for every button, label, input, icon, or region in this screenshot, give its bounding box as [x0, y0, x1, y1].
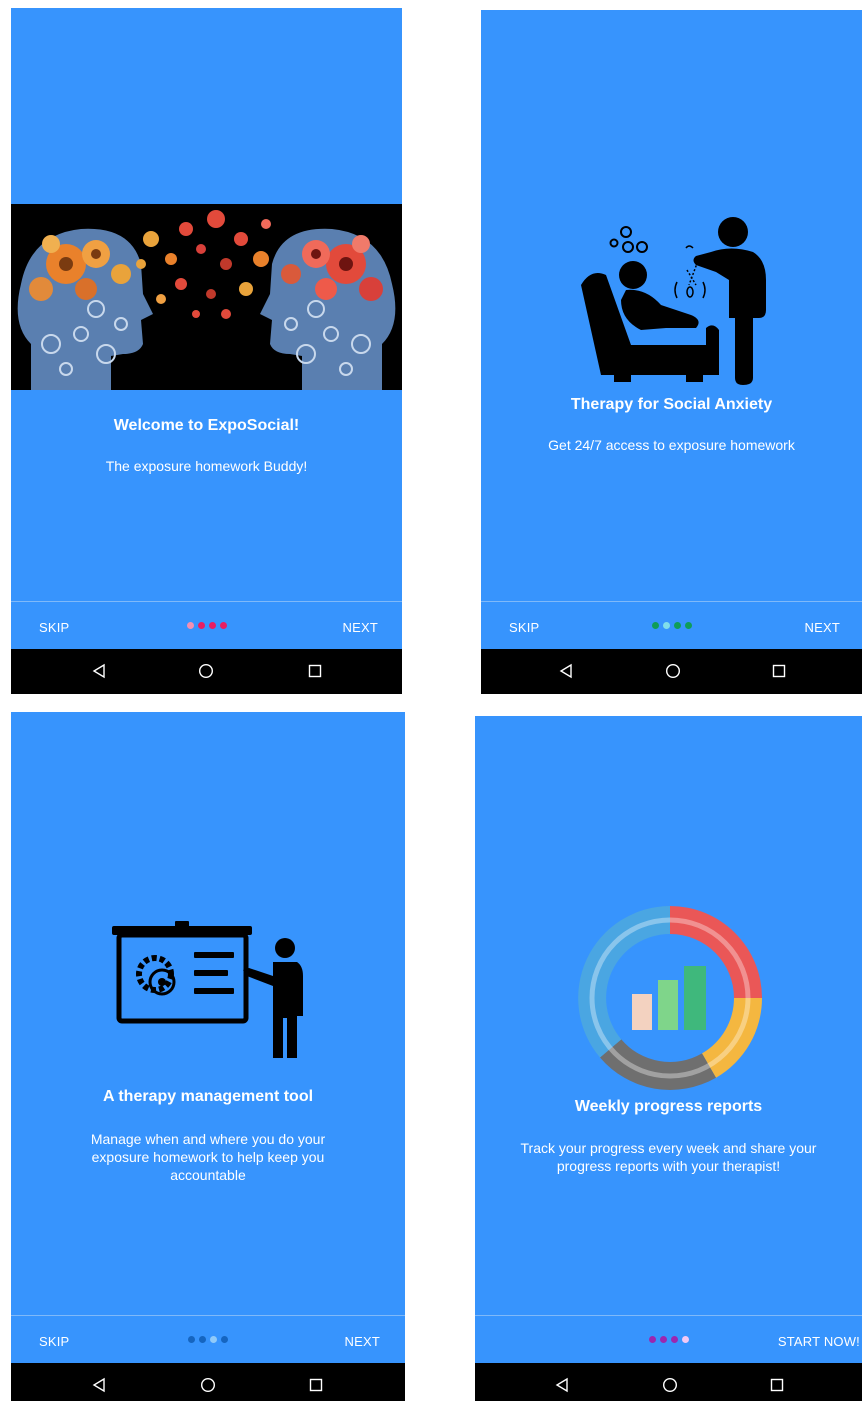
page-dot	[208, 622, 216, 629]
skip-button[interactable]: SKIP	[39, 620, 69, 635]
skip-button[interactable]: SKIP	[509, 620, 539, 635]
back-triangle-icon[interactable]	[91, 1377, 107, 1393]
onboarding-screen-reports: Weekly progress reports Track your progr…	[475, 716, 862, 1401]
page-subtitle: Track your progress every week and share…	[475, 1139, 862, 1175]
onboarding-screen-welcome: Welcome to ExpoSocial! The exposure home…	[11, 8, 402, 694]
page-title: A therapy management tool	[102, 1088, 314, 1105]
page-title: Welcome to ExpoSocial!	[113, 417, 300, 434]
page-indicator	[188, 1336, 228, 1343]
page-indicator	[651, 622, 692, 629]
progress-donut-chart-icon	[475, 900, 862, 1096]
page-subtitle: Manage when and where you do your exposu…	[11, 1130, 405, 1184]
home-circle-icon[interactable]	[198, 663, 214, 679]
bottom-bar: START NOW!	[475, 1315, 862, 1364]
page-subtitle: Get 24/7 access to exposure homework	[481, 436, 862, 454]
back-triangle-icon[interactable]	[554, 1377, 570, 1393]
bottom-bar: SKIP NEXT	[481, 601, 862, 650]
page-dot	[673, 622, 681, 629]
page-indicator	[648, 1336, 689, 1343]
presentation-gear-icon	[11, 918, 405, 1060]
page-dot	[197, 622, 205, 629]
subtitle-line: accountable	[170, 1167, 246, 1183]
android-nav-bar	[481, 649, 862, 694]
page-dot	[188, 1336, 195, 1343]
recents-square-icon[interactable]	[771, 663, 787, 679]
subtitle-line: Get 24/7 access to exposure homework	[548, 437, 795, 453]
recents-square-icon[interactable]	[308, 1377, 324, 1393]
brain-gears-image	[11, 204, 402, 390]
bottom-bar: SKIP NEXT	[11, 1315, 405, 1364]
start-now-button[interactable]: START NOW!	[778, 1334, 860, 1349]
page-dot	[684, 622, 692, 629]
page-dot	[221, 1336, 228, 1343]
subtitle-line: The exposure homework Buddy!	[105, 458, 308, 474]
bottom-bar: SKIP NEXT	[11, 601, 402, 650]
page-dot	[199, 1336, 206, 1343]
android-nav-bar	[11, 649, 402, 694]
page-subtitle: The exposure homework Buddy!	[11, 457, 402, 475]
next-button[interactable]: NEXT	[345, 1334, 380, 1349]
page-dot	[186, 622, 194, 629]
page-dot	[210, 1336, 217, 1343]
android-nav-bar	[475, 1363, 862, 1401]
back-triangle-icon[interactable]	[558, 663, 574, 679]
subtitle-line: exposure homework to help keep you	[91, 1149, 325, 1165]
onboarding-screen-therapy: Therapy for Social Anxiety Get 24/7 acce…	[481, 10, 862, 694]
page-title: Weekly progress reports	[574, 1098, 763, 1115]
recents-square-icon[interactable]	[769, 1377, 785, 1393]
page-dot	[681, 1336, 689, 1343]
back-triangle-icon[interactable]	[91, 663, 107, 679]
page-dot	[651, 622, 659, 629]
recents-square-icon[interactable]	[307, 663, 323, 679]
subtitle-line: Track your progress every week and share…	[520, 1140, 817, 1156]
page-title: Therapy for Social Anxiety	[570, 396, 773, 413]
home-circle-icon[interactable]	[665, 663, 681, 679]
page-indicator	[186, 622, 227, 629]
next-button[interactable]: NEXT	[343, 620, 378, 635]
page-dot	[659, 1336, 667, 1343]
page-dot	[662, 622, 670, 629]
page-dot	[670, 1336, 678, 1343]
next-button[interactable]: NEXT	[805, 620, 840, 635]
subtitle-line: progress reports with your therapist!	[556, 1158, 781, 1174]
home-circle-icon[interactable]	[662, 1377, 678, 1393]
page-dot	[219, 622, 227, 629]
skip-button[interactable]: SKIP	[39, 1334, 69, 1349]
android-nav-bar	[11, 1363, 405, 1401]
home-circle-icon[interactable]	[200, 1377, 216, 1393]
subtitle-line: Manage when and where you do your	[90, 1131, 326, 1147]
onboarding-screen-management: A therapy management tool Manage when an…	[11, 712, 405, 1401]
therapist-hypnosis-icon	[481, 210, 862, 385]
page-dot	[648, 1336, 656, 1343]
